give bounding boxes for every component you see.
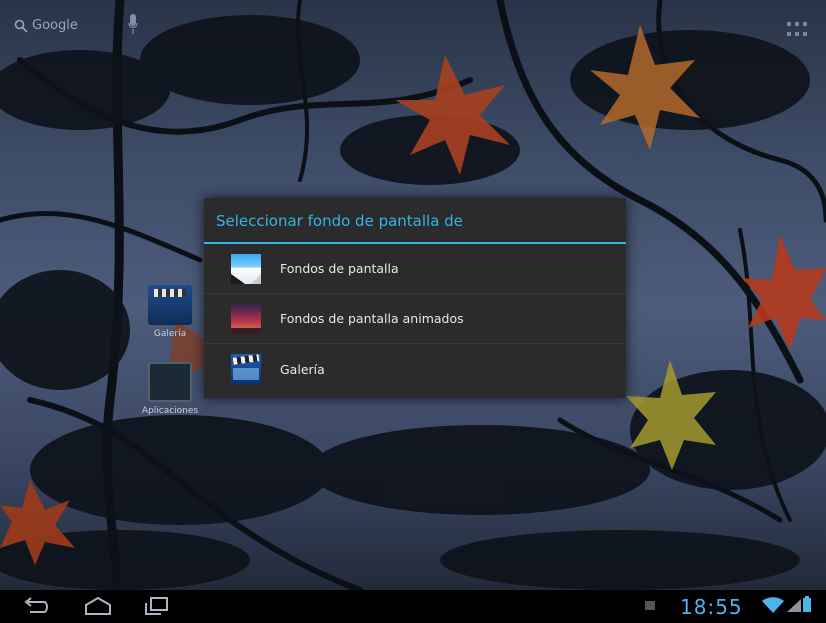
microphone-icon[interactable]: [128, 14, 138, 36]
home-icon[interactable]: [83, 594, 113, 618]
system-bar: 18:55: [0, 590, 826, 623]
grid-dot: [795, 31, 799, 36]
wallpapers-icon: [231, 253, 261, 284]
grid-dot: [803, 31, 807, 36]
shortcut-label: Aplicaciones: [141, 406, 199, 416]
option-label: Fondos de pantalla: [280, 261, 399, 276]
wifi-icon: [762, 597, 784, 613]
notification-icon[interactable]: [645, 601, 655, 610]
shortcut-apps[interactable]: Aplicaciones: [140, 362, 200, 416]
back-icon[interactable]: [22, 594, 50, 618]
all-apps-icon[interactable]: [786, 22, 808, 38]
shortcut-gallery[interactable]: Galería: [140, 285, 200, 339]
option-live-wallpapers[interactable]: Fondos de pantalla animados: [204, 294, 626, 344]
search-icon: [14, 19, 28, 33]
battery-icon: [803, 596, 811, 612]
signal-icon: [787, 599, 801, 612]
gallery-shortcut-icon: [148, 285, 192, 325]
grid-dot: [803, 22, 807, 26]
recent-apps-icon[interactable]: [142, 594, 170, 618]
option-label: Fondos de pantalla animados: [280, 311, 464, 326]
google-search-bar[interactable]: Google: [14, 18, 78, 33]
status-clock[interactable]: 18:55: [680, 595, 743, 619]
dialog-title: Seleccionar fondo de pantalla de: [204, 198, 626, 244]
wallpaper-picker-dialog: Seleccionar fondo de pantalla de Fondos …: [204, 198, 626, 398]
apps-shortcut-icon: [148, 362, 192, 402]
option-gallery[interactable]: Galería: [204, 344, 626, 394]
grid-dot: [795, 22, 799, 26]
option-label: Galería: [280, 361, 325, 377]
gallery-icon: [231, 354, 261, 384]
search-label: Google: [32, 18, 78, 33]
live-wallpapers-icon: [231, 303, 261, 334]
grid-dot: [787, 31, 791, 36]
shortcut-label: Galería: [153, 329, 187, 339]
grid-dot: [787, 22, 791, 26]
option-wallpapers[interactable]: Fondos de pantalla: [204, 244, 626, 294]
